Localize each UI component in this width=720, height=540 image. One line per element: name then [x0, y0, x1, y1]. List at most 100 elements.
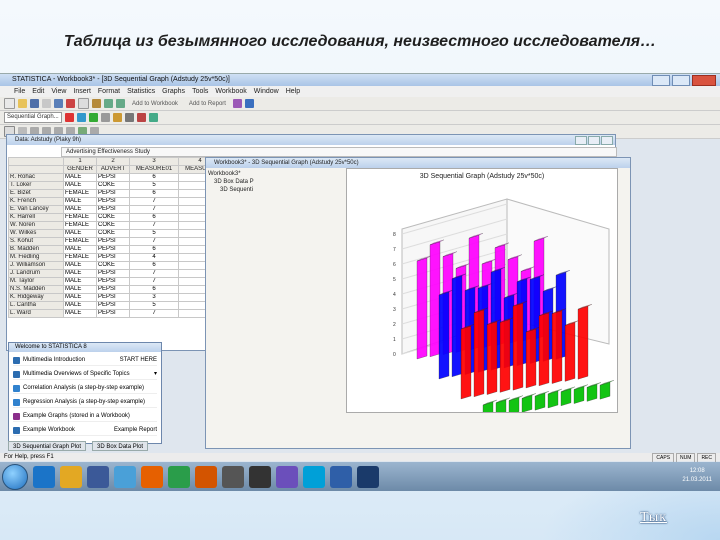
- spreadsheet-maximize-button[interactable]: [588, 136, 600, 145]
- row-name[interactable]: K. Ridgeway: [8, 293, 64, 302]
- cell-advert[interactable]: PEPSI: [96, 237, 130, 246]
- cut-icon[interactable]: [66, 99, 75, 108]
- row-name[interactable]: J. Landrum: [8, 269, 64, 278]
- cell-measure01[interactable]: 6: [129, 173, 179, 182]
- cell-advert[interactable]: PEPSI: [96, 285, 130, 294]
- line-icon[interactable]: [88, 113, 98, 122]
- box-icon[interactable]: [124, 113, 134, 122]
- palette-icon[interactable]: [232, 99, 242, 108]
- menu-graphs[interactable]: Graphs: [162, 86, 185, 97]
- word-icon[interactable]: [249, 465, 271, 488]
- cell-gender[interactable]: FEMALE: [63, 253, 97, 262]
- graph-type-combo[interactable]: Sequential Graph...: [4, 112, 62, 123]
- cell-gender[interactable]: FEMALE: [63, 213, 97, 222]
- cell-gender[interactable]: MALE: [63, 269, 97, 278]
- cell-advert[interactable]: PEPSI: [96, 205, 130, 214]
- cell-measure01[interactable]: 5: [129, 229, 179, 238]
- 3d-icon[interactable]: [136, 113, 146, 122]
- row-name[interactable]: W. Noren: [8, 221, 64, 230]
- photoshop-icon[interactable]: [330, 465, 352, 488]
- row-name[interactable]: B. Madden: [8, 245, 64, 254]
- welcome-item-action[interactable]: ▾: [154, 369, 157, 379]
- cell-advert[interactable]: COKE: [96, 221, 130, 230]
- cell-gender[interactable]: MALE: [63, 205, 97, 214]
- cell-advert[interactable]: COKE: [96, 213, 130, 222]
- window-tab[interactable]: 3D Box Data Plot: [92, 441, 149, 451]
- ie-icon[interactable]: [33, 465, 55, 488]
- row-name[interactable]: K. French: [8, 197, 64, 206]
- cell-gender[interactable]: MALE: [63, 277, 97, 286]
- tree-item[interactable]: Workbook3*: [208, 170, 270, 178]
- cell-advert[interactable]: COKE: [96, 229, 130, 238]
- spreadsheet-minimize-button[interactable]: [575, 136, 587, 145]
- aftereffects-icon[interactable]: [276, 465, 298, 488]
- cell-advert[interactable]: PEPSI: [96, 277, 130, 286]
- cell-advert[interactable]: PEPSI: [96, 293, 130, 302]
- close-button[interactable]: [692, 75, 716, 86]
- row-name[interactable]: W. Wilkes: [8, 229, 64, 238]
- firefox-icon[interactable]: [141, 465, 163, 488]
- cell-advert[interactable]: PEPSI: [96, 197, 130, 206]
- cell-advert[interactable]: COKE: [96, 181, 130, 190]
- col-header[interactable]: MEASURE01: [129, 165, 179, 174]
- cell-measure01[interactable]: 6: [129, 261, 179, 270]
- cell-measure01[interactable]: 7: [129, 237, 179, 246]
- row-name[interactable]: M. Fiedling: [8, 253, 64, 262]
- mail-icon[interactable]: [114, 465, 136, 488]
- start-button[interactable]: [2, 463, 28, 490]
- row-name[interactable]: N.S. Madden: [8, 285, 64, 294]
- cell-measure01[interactable]: 3: [129, 293, 179, 302]
- row-name[interactable]: L. Ward: [8, 309, 64, 318]
- row-name[interactable]: L. Cantha: [8, 301, 64, 310]
- cell-gender[interactable]: MALE: [63, 309, 97, 318]
- hist-icon[interactable]: [100, 113, 110, 122]
- menu-statistics[interactable]: Statistics: [127, 86, 155, 97]
- cell-advert[interactable]: PEPSI: [96, 189, 130, 198]
- cell-gender[interactable]: MALE: [63, 173, 97, 182]
- cell-gender[interactable]: MALE: [63, 181, 97, 190]
- cell-gender[interactable]: MALE: [63, 229, 97, 238]
- cell-measure01[interactable]: 6: [129, 285, 179, 294]
- row-name[interactable]: E. Bizet: [8, 189, 64, 198]
- cell-gender[interactable]: MALE: [63, 261, 97, 270]
- save-icon[interactable]: [30, 99, 39, 108]
- row-name[interactable]: M. Taylor: [8, 277, 64, 286]
- welcome-item[interactable]: Multimedia Introduction START HERE: [13, 355, 157, 366]
- cell-advert[interactable]: COKE: [96, 261, 130, 270]
- window-tab[interactable]: 3D Sequential Graph Plot: [8, 441, 87, 451]
- media-icon[interactable]: [87, 465, 109, 488]
- cell-gender[interactable]: FEMALE: [63, 189, 97, 198]
- cell-advert[interactable]: PEPSI: [96, 173, 130, 182]
- cell-measure01[interactable]: 7: [129, 197, 179, 206]
- cell-advert[interactable]: PEPSI: [96, 309, 130, 318]
- col-header[interactable]: ADVERT: [96, 165, 130, 174]
- scatter-icon[interactable]: [76, 113, 86, 122]
- explorer-icon[interactable]: [60, 465, 82, 488]
- preview-icon[interactable]: [54, 99, 63, 108]
- statistica-icon[interactable]: [357, 465, 379, 488]
- row-name[interactable]: R. Rohac: [8, 173, 64, 182]
- cell-gender[interactable]: MALE: [63, 197, 97, 206]
- cell-measure01[interactable]: 6: [129, 245, 179, 254]
- cell-advert[interactable]: PEPSI: [96, 245, 130, 254]
- welcome-item-action[interactable]: START HERE: [120, 355, 157, 365]
- surface-icon[interactable]: [148, 113, 158, 122]
- maximize-button[interactable]: [672, 75, 690, 86]
- menu-file[interactable]: File: [14, 86, 25, 97]
- tree-item[interactable]: 3D Box Data P: [208, 178, 270, 186]
- cell-gender[interactable]: FEMALE: [63, 221, 97, 230]
- col-header[interactable]: GENDER: [63, 165, 97, 174]
- menu-help[interactable]: Help: [286, 86, 300, 97]
- cell-gender[interactable]: MALE: [63, 301, 97, 310]
- chrome-icon[interactable]: [168, 465, 190, 488]
- at-icon[interactable]: [195, 465, 217, 488]
- welcome-item[interactable]: Example Workbook Example Report: [13, 425, 157, 436]
- menu-edit[interactable]: Edit: [32, 86, 44, 97]
- menu-window[interactable]: Window: [254, 86, 279, 97]
- spreadsheet-close-button[interactable]: [601, 136, 613, 145]
- cell-measure01[interactable]: 6: [129, 213, 179, 222]
- cell-measure01[interactable]: 6: [129, 189, 179, 198]
- cell-gender[interactable]: MALE: [63, 245, 97, 254]
- add-to-workbook-button[interactable]: Add to Workbook: [132, 101, 178, 107]
- cell-measure01[interactable]: 7: [129, 269, 179, 278]
